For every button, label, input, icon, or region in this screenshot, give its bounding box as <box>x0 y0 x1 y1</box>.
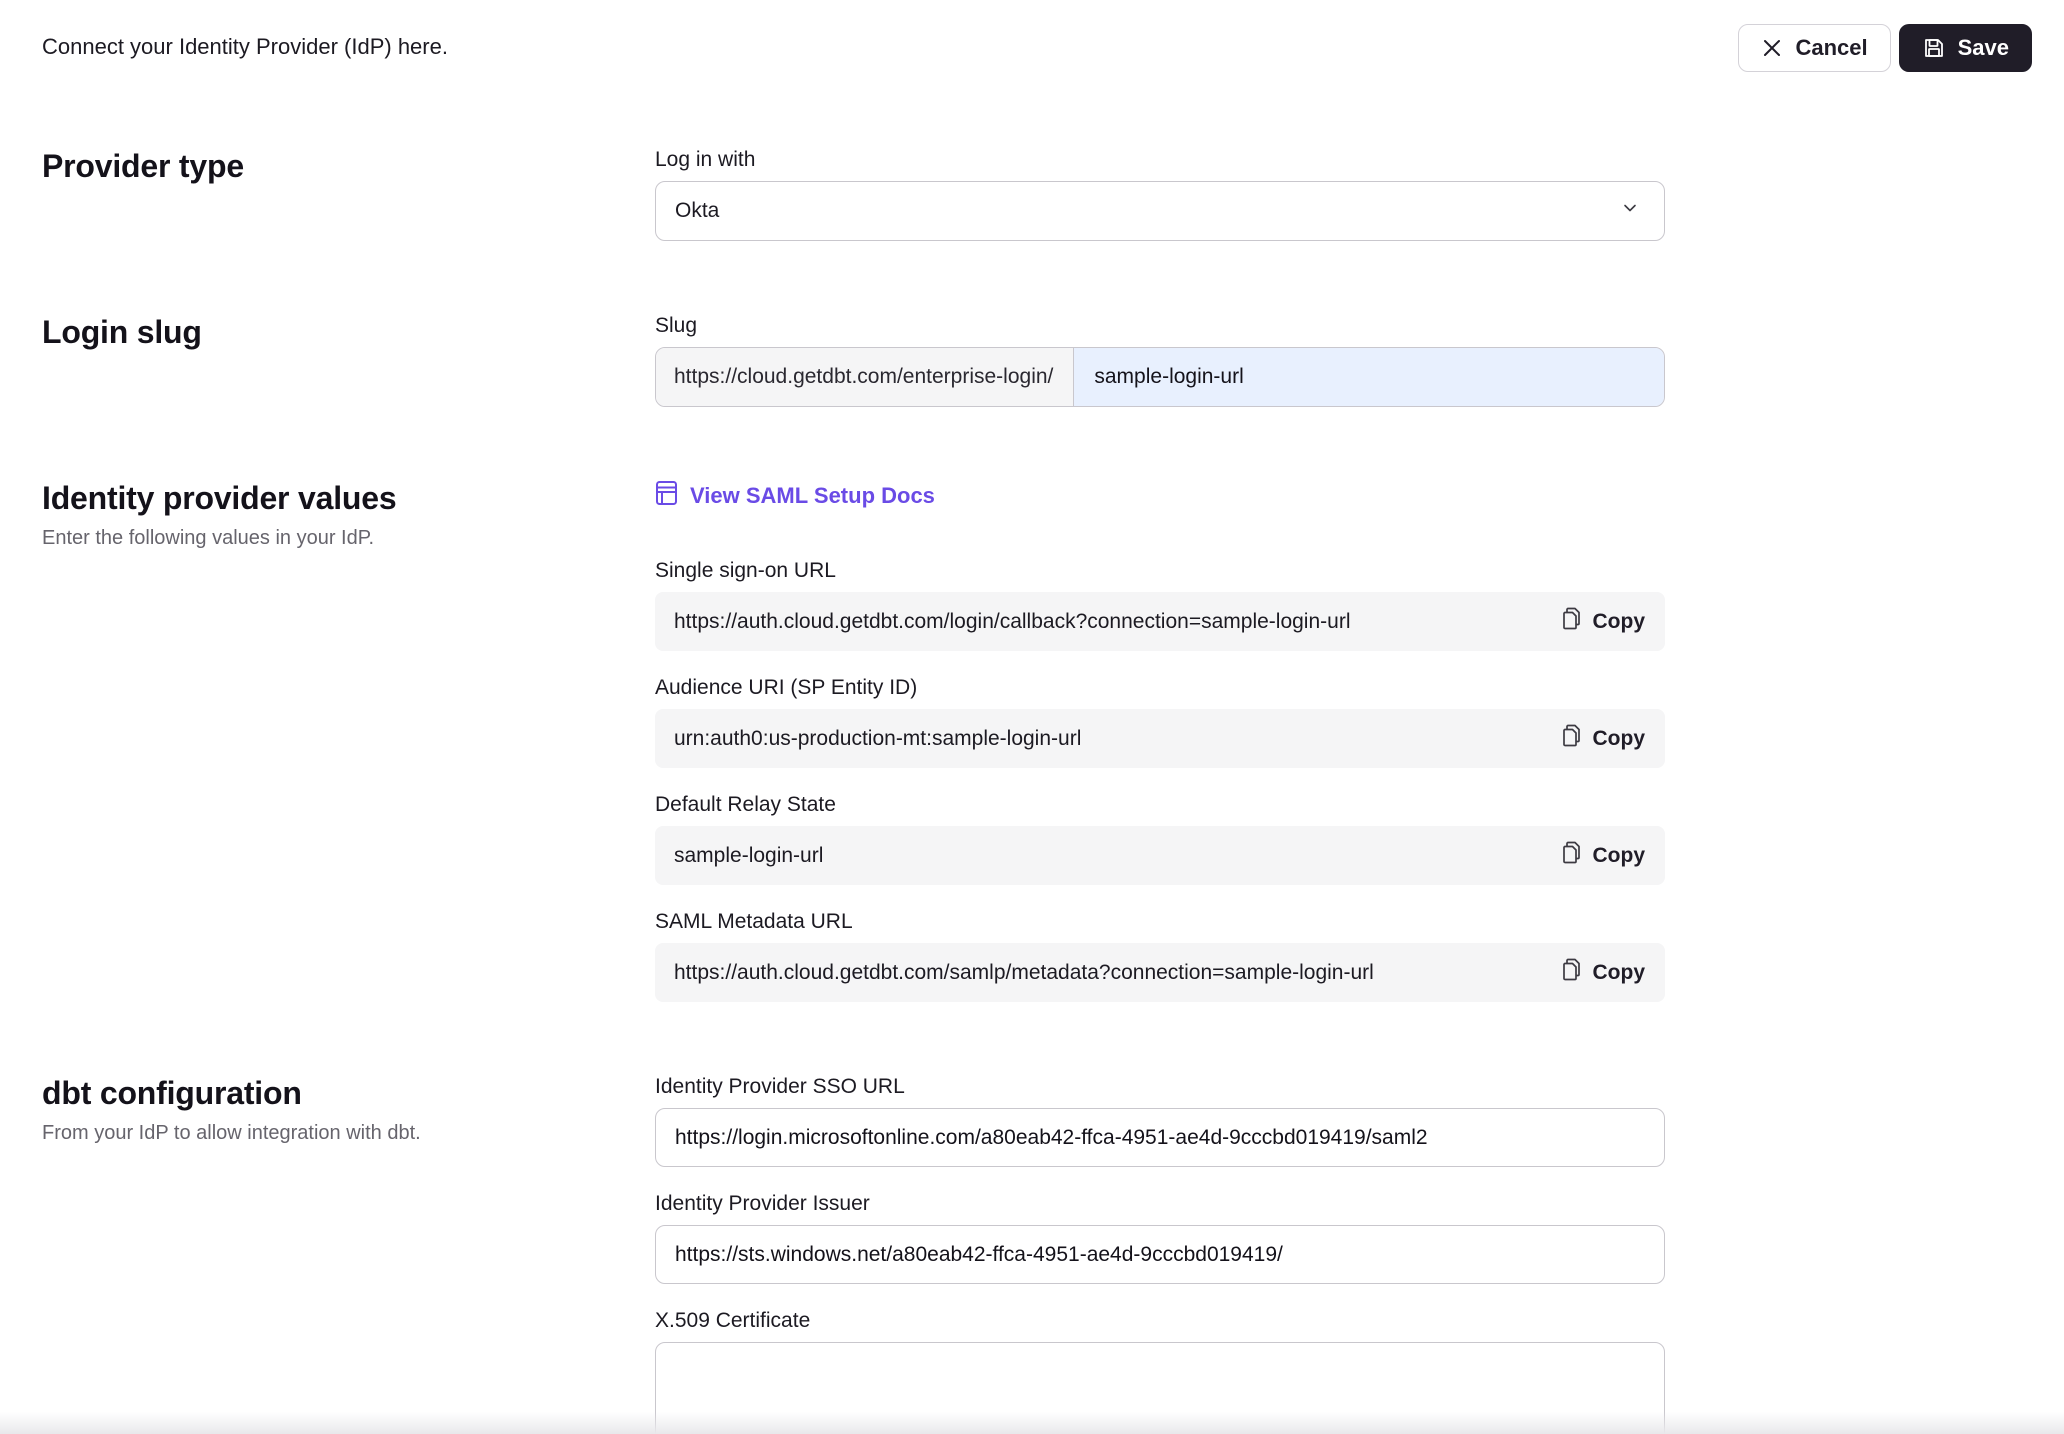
section-title-dbt-config: dbt configuration <box>42 1075 655 1112</box>
topbar-actions: Cancel Save <box>1738 24 2032 72</box>
copy-icon <box>1562 841 1583 871</box>
sso-url-group: Single sign-on URL https://auth.cloud.ge… <box>655 559 1665 651</box>
idp-sso-url-group: Identity Provider SSO URL <box>655 1075 1665 1167</box>
slug-label: Slug <box>655 314 1665 338</box>
copy-relay-state-button[interactable]: Copy <box>1562 841 1646 871</box>
saml-docs-link-label: View SAML Setup Docs <box>690 483 935 509</box>
topbar: Connect your Identity Provider (IdP) her… <box>0 0 2064 90</box>
provider-select[interactable]: Okta <box>655 181 1665 241</box>
page-description: Connect your Identity Provider (IdP) her… <box>42 24 448 60</box>
idp-issuer-input[interactable] <box>655 1225 1665 1284</box>
idp-sso-url-input[interactable] <box>655 1108 1665 1167</box>
sso-url-field: https://auth.cloud.getdbt.com/login/call… <box>655 592 1665 651</box>
provider-type-heading-col: Provider type <box>42 148 655 185</box>
slug-url-prefix: https://cloud.getdbt.com/enterprise-logi… <box>656 348 1073 406</box>
section-title-idp-values: Identity provider values <box>42 480 655 517</box>
metadata-url-field: https://auth.cloud.getdbt.com/samlp/meta… <box>655 943 1665 1002</box>
login-slug-heading-col: Login slug <box>42 314 655 351</box>
provider-select-value: Okta <box>675 199 719 223</box>
audience-uri-value: urn:auth0:us-production-mt:sample-login-… <box>674 727 1081 751</box>
slug-input[interactable] <box>1073 348 1664 406</box>
section-title-login-slug: Login slug <box>42 314 655 351</box>
certificate-textarea[interactable] <box>655 1342 1665 1434</box>
copy-audience-uri-button[interactable]: Copy <box>1562 724 1646 754</box>
idp-issuer-label: Identity Provider Issuer <box>655 1192 1665 1216</box>
section-provider-type: Provider type Log in with Okta <box>42 148 2064 241</box>
relay-state-label: Default Relay State <box>655 793 1665 817</box>
sso-url-label: Single sign-on URL <box>655 559 1665 583</box>
cancel-button[interactable]: Cancel <box>1738 24 1890 72</box>
copy-button-label: Copy <box>1593 844 1646 868</box>
relay-state-value: sample-login-url <box>674 844 823 868</box>
saml-docs-link[interactable]: View SAML Setup Docs <box>655 480 935 512</box>
copy-icon <box>1562 724 1583 754</box>
section-idp-values: Identity provider values Enter the follo… <box>42 480 2064 1002</box>
metadata-url-label: SAML Metadata URL <box>655 910 1665 934</box>
certificate-label: X.509 Certificate <box>655 1309 1665 1333</box>
login-with-label: Log in with <box>655 148 1665 172</box>
metadata-url-group: SAML Metadata URL https://auth.cloud.get… <box>655 910 1665 1002</box>
idp-issuer-group: Identity Provider Issuer <box>655 1192 1665 1284</box>
audience-uri-group: Audience URI (SP Entity ID) urn:auth0:us… <box>655 676 1665 768</box>
save-button[interactable]: Save <box>1899 24 2032 72</box>
login-slug-fields-col: Slug https://cloud.getdbt.com/enterprise… <box>655 314 1665 407</box>
copy-button-label: Copy <box>1593 961 1646 985</box>
save-button-label: Save <box>1958 35 2009 61</box>
dbt-config-heading-col: dbt configuration From your IdP to allow… <box>42 1075 655 1145</box>
certificate-group: X.509 Certificate <box>655 1309 1665 1434</box>
copy-icon <box>1562 958 1583 988</box>
document-icon <box>655 480 678 512</box>
certificate-textarea-wrap <box>655 1342 1665 1434</box>
copy-button-label: Copy <box>1593 727 1646 751</box>
relay-state-group: Default Relay State sample-login-url Cop… <box>655 793 1665 885</box>
chevron-down-icon <box>1620 198 1640 224</box>
section-login-slug: Login slug Slug https://cloud.getdbt.com… <box>42 314 2064 407</box>
cancel-button-label: Cancel <box>1795 35 1867 61</box>
audience-uri-field: urn:auth0:us-production-mt:sample-login-… <box>655 709 1665 768</box>
section-subtitle-dbt-config: From your IdP to allow integration with … <box>42 1122 655 1145</box>
section-dbt-configuration: dbt configuration From your IdP to allow… <box>42 1075 2064 1434</box>
idp-values-fields-col: View SAML Setup Docs Single sign-on URL … <box>655 480 1665 1002</box>
copy-icon <box>1562 607 1583 637</box>
idp-sso-url-label: Identity Provider SSO URL <box>655 1075 1665 1099</box>
idp-values-heading-col: Identity provider values Enter the follo… <box>42 480 655 550</box>
copy-sso-url-button[interactable]: Copy <box>1562 607 1646 637</box>
audience-uri-label: Audience URI (SP Entity ID) <box>655 676 1665 700</box>
relay-state-field: sample-login-url Copy <box>655 826 1665 885</box>
slug-control: https://cloud.getdbt.com/enterprise-logi… <box>655 347 1665 407</box>
idp-settings-form: Provider type Log in with Okta Login slu… <box>0 90 2064 1434</box>
section-subtitle-idp-values: Enter the following values in your IdP. <box>42 527 655 550</box>
copy-button-label: Copy <box>1593 610 1646 634</box>
close-icon <box>1761 37 1783 59</box>
save-icon <box>1922 36 1946 60</box>
copy-metadata-url-button[interactable]: Copy <box>1562 958 1646 988</box>
metadata-url-value: https://auth.cloud.getdbt.com/samlp/meta… <box>674 961 1374 985</box>
provider-type-fields-col: Log in with Okta <box>655 148 1665 241</box>
dbt-config-fields-col: Identity Provider SSO URL Identity Provi… <box>655 1075 1665 1434</box>
section-title-provider-type: Provider type <box>42 148 655 185</box>
sso-url-value: https://auth.cloud.getdbt.com/login/call… <box>674 610 1350 634</box>
